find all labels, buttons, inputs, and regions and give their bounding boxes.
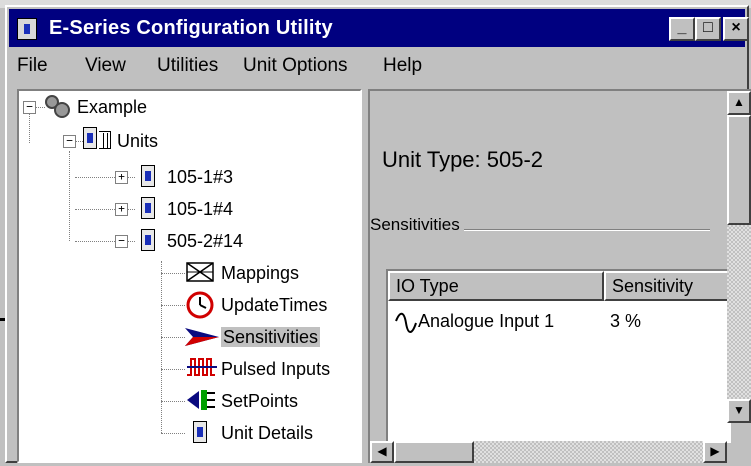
scroll-left-button[interactable]: ◀ [370, 441, 394, 463]
sensitivity-cell: 3 % [610, 311, 642, 331]
clock-icon [186, 291, 214, 319]
tree-node-example[interactable]: Example [77, 97, 147, 118]
tree-node-unit-details[interactable]: Unit Details [221, 423, 313, 444]
group-label: Sensitivities [370, 215, 464, 235]
menu-help[interactable]: Help [383, 55, 422, 77]
list-row[interactable]: Analogue Input 1 3 % [388, 309, 731, 337]
pulse-icon [187, 358, 217, 376]
vertical-scrollbar[interactable]: ▲ ▼ [727, 91, 751, 423]
app-window: E-Series Configuration Utility _ □ × Fil… [5, 5, 751, 463]
mappings-icon [186, 262, 214, 282]
selected-label: Sensitivities [221, 327, 321, 347]
units-icon [83, 127, 113, 151]
expand-unit-1-button[interactable]: + [115, 171, 128, 184]
scroll-thumb[interactable] [727, 115, 751, 225]
collapse-units-button[interactable]: − [63, 135, 76, 148]
minimize-button[interactable]: _ [669, 17, 695, 41]
collapse-unit-3-button[interactable]: − [115, 235, 128, 248]
menu-bar: File View Utilities Unit Options Help [9, 49, 745, 83]
analog-wave-icon [395, 312, 417, 333]
menu-file[interactable]: File [17, 55, 48, 77]
scroll-up-button[interactable]: ▲ [727, 91, 751, 115]
menu-unit-options[interactable]: Unit Options [243, 55, 348, 77]
window-title: E-Series Configuration Utility [49, 17, 333, 39]
column-header-io-type[interactable]: IO Type [388, 271, 604, 301]
tree-node-update-times[interactable]: UpdateTimes [221, 295, 327, 316]
unit-icon [141, 165, 155, 187]
tree-pane[interactable]: − Example − Units + 105-1#3 + 105-1#4 − … [17, 89, 362, 463]
tree-node-unit-3[interactable]: 505-2#14 [167, 231, 243, 252]
tree-node-sensitivities[interactable]: Sensitivities [221, 327, 321, 348]
scroll-right-button[interactable]: ▶ [703, 441, 727, 463]
tree-node-mappings[interactable]: Mappings [221, 263, 299, 284]
expand-unit-2-button[interactable]: + [115, 203, 128, 216]
menu-view[interactable]: View [85, 55, 126, 77]
close-button[interactable]: × [723, 17, 749, 41]
unit-details-icon [193, 421, 207, 443]
unit-type-label: Unit Type: 505-2 [382, 147, 544, 172]
column-header-sensitivity[interactable]: Sensitivity [604, 271, 731, 301]
unit-icon [141, 229, 155, 251]
sensitivities-list[interactable]: IO Type Sensitivity Analogue Input 1 3 % [386, 269, 731, 443]
horizontal-scrollbar[interactable]: ◀ ▶ [370, 441, 727, 463]
setpoint-icon [187, 390, 215, 410]
tree-node-unit-2[interactable]: 105-1#4 [167, 199, 233, 220]
io-type-cell: Analogue Input 1 [418, 311, 555, 331]
title-bar[interactable]: E-Series Configuration Utility _ □ × [9, 9, 749, 47]
scroll-down-button[interactable]: ▼ [727, 399, 751, 423]
h-scroll-thumb[interactable] [394, 441, 474, 463]
collapse-root-button[interactable]: − [23, 101, 36, 114]
unit-icon [141, 197, 155, 219]
gear-icon [45, 95, 70, 118]
tree-node-set-points[interactable]: SetPoints [221, 391, 298, 412]
arrow-icon [185, 328, 219, 346]
detail-pane: Unit Type: 505-2 Sensitivities IO Type S… [368, 89, 751, 463]
maximize-button[interactable]: □ [695, 17, 721, 41]
menu-utilities[interactable]: Utilities [157, 55, 218, 77]
tree-node-unit-1[interactable]: 105-1#3 [167, 167, 233, 188]
tree-node-units[interactable]: Units [117, 131, 158, 152]
app-icon[interactable] [17, 18, 37, 40]
tree-node-pulsed-inputs[interactable]: Pulsed Inputs [221, 359, 330, 380]
